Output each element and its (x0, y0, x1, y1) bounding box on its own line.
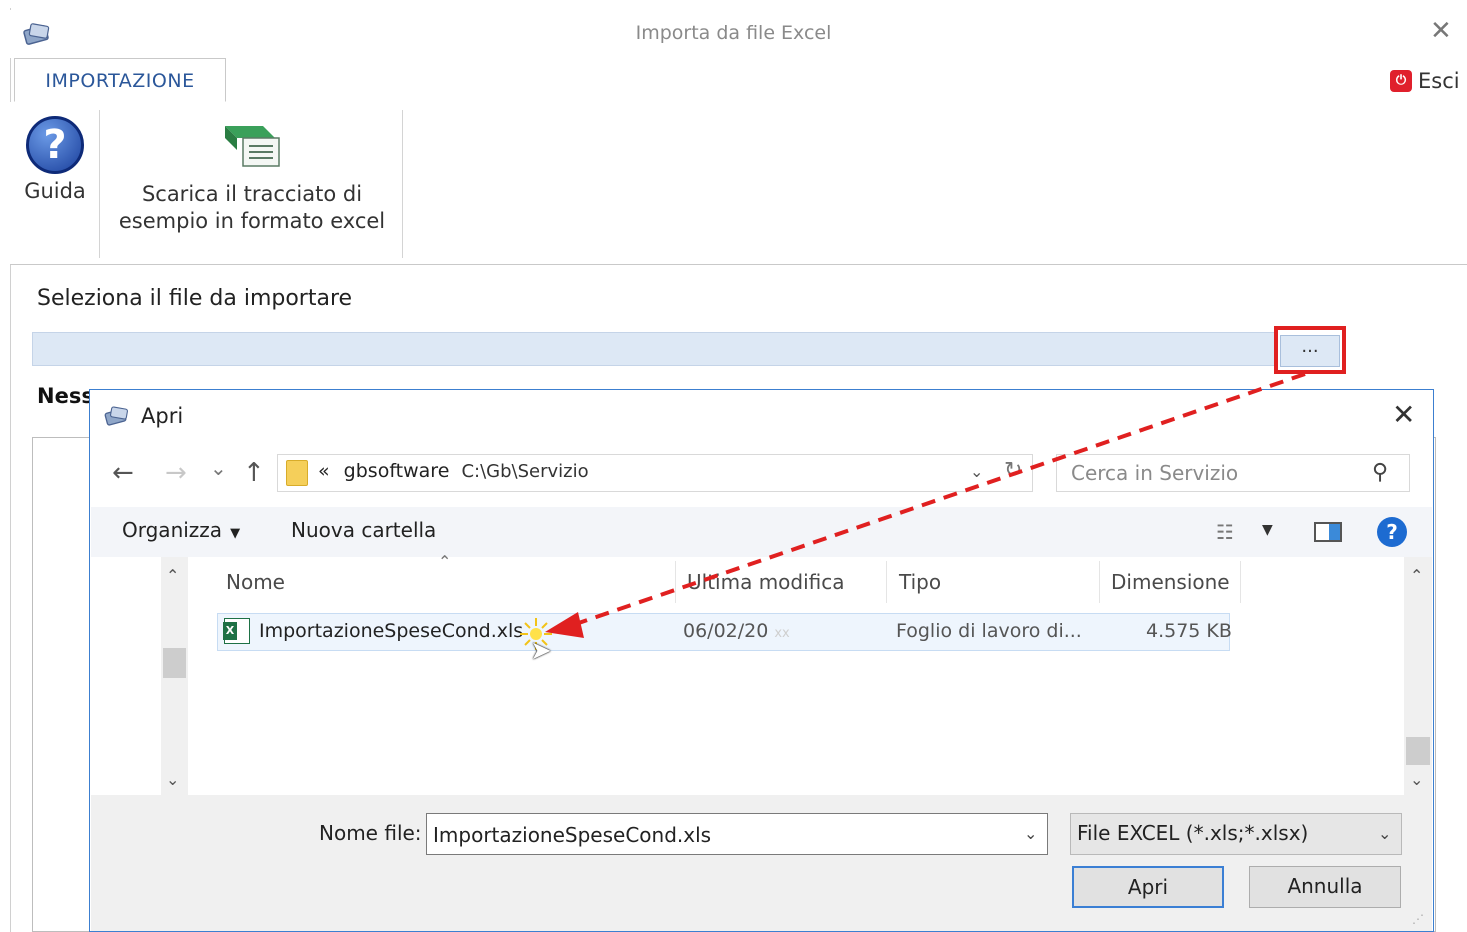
scroll-down-icon[interactable]: ⌄ (1410, 770, 1423, 789)
file-modified: 06/02/20 xx (683, 620, 790, 642)
file-name: ImportazioneSpeseCond.xls (259, 620, 524, 642)
breadcrumb-folder: gbsoftware (343, 460, 450, 482)
scroll-up-icon[interactable]: ⌃ (166, 566, 179, 585)
navigation-pane[interactable] (91, 557, 161, 795)
forward-arrow-icon[interactable]: → (165, 458, 187, 488)
view-options-icon[interactable]: ☷ (1216, 520, 1234, 544)
column-header-name[interactable]: Nome (226, 570, 285, 594)
filename-value: ImportazioneSpeseCond.xls (433, 823, 712, 847)
scroll-down-icon[interactable]: ⌄ (166, 770, 179, 789)
filetype-value: File EXCEL (*.xls;*.xlsx) (1077, 821, 1309, 845)
file-path-field[interactable] (32, 332, 1275, 366)
preview-pane-icon[interactable] (1314, 522, 1342, 542)
exit-button[interactable]: ⏻ Esci (1390, 66, 1460, 96)
sort-ascending-icon: ⌃ (438, 552, 452, 571)
help-label: Guida (24, 179, 86, 203)
file-type: Foglio di lavoro di... (896, 620, 1082, 642)
column-header-type[interactable]: Tipo (899, 570, 941, 594)
search-icon[interactable]: ⚲ (1372, 460, 1388, 485)
new-folder-button[interactable]: Nuova cartella (291, 518, 436, 542)
tab-importazione[interactable]: IMPORTAZIONE (14, 58, 226, 102)
nav-scroll-thumb[interactable] (163, 648, 186, 678)
open-button[interactable]: Apri (1072, 866, 1224, 908)
filename-dropdown-icon[interactable]: ⌄ (1024, 824, 1037, 843)
annotation-highlight-box (1274, 326, 1346, 374)
recent-locations-icon[interactable]: ⌄ (210, 456, 227, 480)
mouse-pointer-icon: ➤ (530, 636, 552, 666)
help-icon: ? (26, 116, 84, 174)
column-separator[interactable] (1099, 561, 1100, 603)
exit-label: Esci (1418, 69, 1460, 93)
folder-icon (286, 460, 308, 486)
dialog-app-icon (104, 406, 128, 426)
help-ribbon-button[interactable]: ? Guida (18, 116, 92, 205)
address-dropdown-icon[interactable]: ⌄ (970, 462, 983, 481)
file-modified-date: 06/02/20 (683, 620, 769, 642)
column-separator[interactable] (886, 561, 887, 603)
download-label-line2: esempio in formato excel (118, 209, 386, 233)
file-modified-extra: xx (774, 626, 790, 641)
column-header-size[interactable]: Dimensione (1111, 570, 1230, 594)
help-icon[interactable]: ? (1377, 517, 1407, 547)
breadcrumb-chevron: « (318, 460, 330, 482)
organize-menu[interactable]: Organizza ▼ (122, 518, 240, 542)
breadcrumb-path: C:\Gb\Servizio (461, 461, 589, 482)
tab-strip (10, 58, 1467, 103)
column-separator[interactable] (1240, 561, 1241, 603)
address-breadcrumb[interactable]: « gbsoftware C:\Gb\Servizio (318, 460, 589, 482)
select-file-label: Seleziona il file da importare (37, 286, 353, 311)
download-template-button[interactable]: Scarica il tracciato di esempio in forma… (108, 120, 396, 235)
organize-label: Organizza (122, 518, 223, 542)
up-folder-icon[interactable]: ↑ (243, 458, 265, 488)
window-close-button[interactable]: ✕ (1430, 16, 1452, 46)
window-title: Importa da file Excel (635, 22, 832, 44)
ribbon-separator (99, 110, 100, 258)
filetype-dropdown-icon[interactable]: ⌄ (1378, 824, 1391, 843)
excel-file-icon: X (223, 618, 250, 644)
cancel-button[interactable]: Annulla (1249, 866, 1401, 908)
file-size: 4.575 KB (1146, 620, 1232, 642)
column-header-modified[interactable]: Ultima modifica (687, 570, 845, 594)
dialog-close-button[interactable]: ✕ (1392, 398, 1415, 431)
ribbon-separator (402, 110, 403, 258)
dialog-title: Apri (141, 404, 184, 428)
column-separator[interactable] (675, 561, 676, 603)
refresh-icon[interactable]: ↻ (1004, 458, 1022, 483)
back-arrow-icon[interactable]: ← (112, 458, 134, 488)
view-caret-icon[interactable]: ▼ (1262, 522, 1273, 538)
resize-grip-icon[interactable]: ⋰ (1412, 912, 1424, 926)
filename-label: Nome file: (319, 821, 422, 845)
download-label-line1: Scarica il tracciato di (141, 182, 363, 206)
caret-down-icon: ▼ (230, 526, 241, 541)
excel-download-icon (225, 126, 280, 167)
no-file-status: Ness (37, 384, 94, 408)
power-icon: ⏻ (1390, 70, 1412, 92)
file-list-scroll-thumb[interactable] (1406, 737, 1430, 765)
scroll-up-icon[interactable]: ⌃ (1410, 566, 1423, 585)
search-placeholder: Cerca in Servizio (1071, 461, 1239, 485)
